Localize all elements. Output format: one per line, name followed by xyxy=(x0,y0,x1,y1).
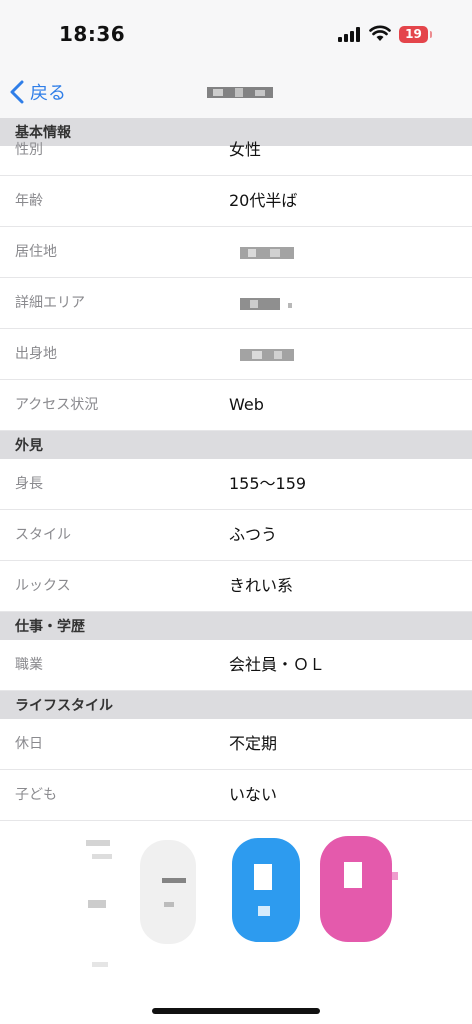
profile-list: 基本情報 性別 女性 年齢 20代半ば 居住地 詳細エリア 出身地 アクセス状況 xyxy=(0,118,472,821)
battery-tip xyxy=(430,31,432,38)
list-item-looks: ルックス きれい系 xyxy=(0,561,472,612)
list-item-hometown: 出身地 xyxy=(0,329,472,380)
row-label: スタイル xyxy=(15,527,71,543)
row-label: 子ども xyxy=(15,787,57,803)
list-item-children: 子ども いない xyxy=(0,770,472,821)
row-label: 詳細エリア xyxy=(15,295,85,311)
list-item-holiday: 休日 不定期 xyxy=(0,719,472,770)
row-value: 会社員・ＯＬ xyxy=(229,655,326,674)
list-item-style: スタイル ふつう xyxy=(0,510,472,561)
row-label: ルックス xyxy=(15,578,71,594)
back-label: 戻る xyxy=(30,83,66,104)
row-label: 職業 xyxy=(15,657,43,673)
like-button[interactable] xyxy=(230,836,306,946)
masked-value xyxy=(240,298,292,310)
row-label: 出身地 xyxy=(15,346,57,362)
row-label: 休日 xyxy=(15,736,43,752)
row-value: きれい系 xyxy=(229,576,294,595)
row-label: アクセス状況 xyxy=(15,397,99,413)
list-item-occupation: 職業 会社員・ＯＬ xyxy=(0,640,472,691)
row-value: 20代半ば xyxy=(229,191,298,210)
list-item-height: 身長 155～159 xyxy=(0,459,472,510)
nav-title-masked xyxy=(207,87,273,98)
row-label: 年齢 xyxy=(15,193,43,209)
signal-icon xyxy=(338,27,362,42)
list-item-gender: 性別 女性 xyxy=(0,140,472,176)
row-value: Web xyxy=(229,395,264,414)
battery-level: 19 xyxy=(405,27,422,41)
list-item-access: アクセス状況 Web xyxy=(0,380,472,431)
masked-value xyxy=(240,247,294,259)
status-bar: 18:36 19 xyxy=(0,0,472,66)
back-button[interactable]: 戻る xyxy=(10,78,66,106)
wifi-icon xyxy=(369,25,391,41)
chevron-left-icon xyxy=(10,80,24,104)
row-value: 女性 xyxy=(229,140,262,159)
home-indicator xyxy=(152,1008,320,1014)
masked-action-label xyxy=(86,840,112,967)
list-item-residence: 居住地 xyxy=(0,227,472,278)
row-value: いない xyxy=(229,785,278,804)
super-like-button[interactable] xyxy=(316,832,400,946)
nav-bar: 戻る xyxy=(0,66,472,118)
skip-button[interactable] xyxy=(126,836,212,948)
masked-value xyxy=(240,349,294,361)
row-label: 居住地 xyxy=(15,244,57,260)
row-value: 不定期 xyxy=(229,734,278,753)
row-value: 155～159 xyxy=(229,474,307,493)
section-header-work: 仕事・学歴 xyxy=(0,612,472,640)
battery-icon: 19 xyxy=(399,26,428,43)
row-label: 身長 xyxy=(15,476,43,492)
section-header-lifestyle: ライフスタイル xyxy=(0,691,472,719)
row-value: ふつう xyxy=(229,525,278,544)
row-label: 性別 xyxy=(15,142,43,158)
section-header-appearance: 外見 xyxy=(0,431,472,459)
status-time: 18:36 xyxy=(59,22,126,46)
list-item-age: 年齢 20代半ば xyxy=(0,176,472,227)
list-item-area: 詳細エリア xyxy=(0,278,472,329)
